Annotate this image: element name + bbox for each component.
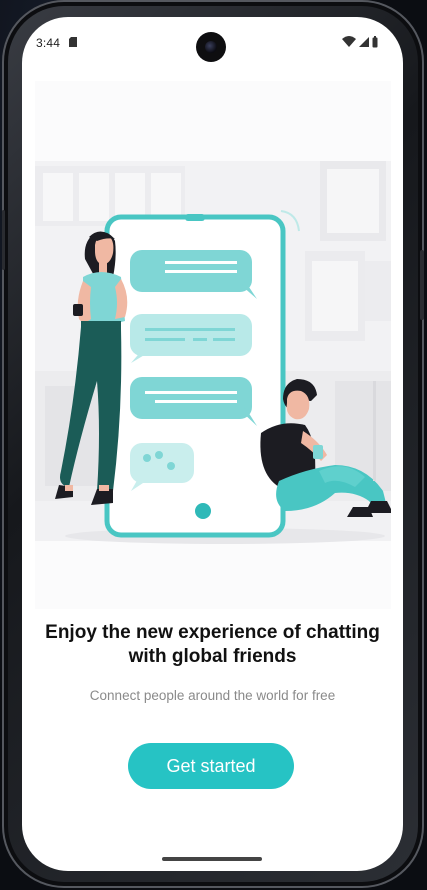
home-indicator[interactable] (162, 857, 262, 861)
volume-button (2, 210, 5, 270)
battery-icon (372, 36, 378, 48)
status-time: 3:44 (36, 36, 61, 50)
headline-line-2: with global friends (128, 646, 297, 667)
chat-bubble (130, 377, 257, 426)
status-icons (342, 36, 378, 48)
onboarding-headline: Enjoy the new experience of chatting wit… (22, 621, 403, 669)
cellular-signal-icon (359, 37, 369, 47)
onboarding-subtitle: Connect people around the world for free (89, 688, 336, 703)
headline-line-1: Enjoy the new experience of chatting (45, 622, 380, 643)
sim-card-icon (69, 37, 77, 47)
get-started-button[interactable]: Get started (128, 743, 294, 789)
power-button (420, 250, 424, 320)
wall-lamp (373, 381, 376, 481)
wifi-icon (342, 36, 356, 47)
chat-bubble (130, 250, 257, 299)
status-bar: 3:44 (22, 17, 403, 67)
phone-screen: 3:44 Enjoy the new experience of chattin… (22, 17, 403, 871)
chat-bubble (130, 314, 252, 363)
front-camera (196, 32, 226, 62)
chat-conversation-illustration (35, 81, 391, 609)
